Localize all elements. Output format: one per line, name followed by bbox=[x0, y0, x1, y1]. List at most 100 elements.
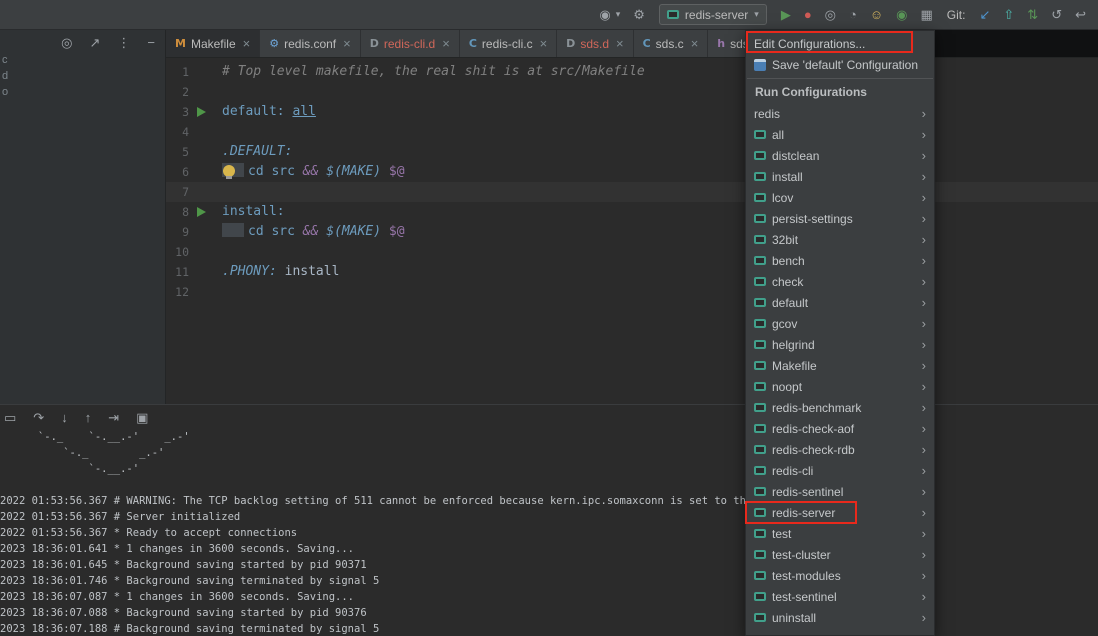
run-config-icon bbox=[754, 529, 766, 538]
prev-occurrence-icon[interactable]: ↑ bbox=[85, 411, 92, 424]
menu-item-helgrind[interactable]: helgrind› bbox=[746, 334, 934, 355]
close-icon[interactable]: × bbox=[616, 36, 624, 51]
run-config-icon bbox=[754, 487, 766, 496]
tab-makefile[interactable]: M Makefile × bbox=[166, 30, 260, 57]
submenu-arrow-icon: › bbox=[922, 295, 926, 310]
gutter bbox=[192, 107, 210, 117]
users-caret-icon[interactable]: ▾ bbox=[616, 10, 621, 19]
project-panel-header: ◎ ↗ ⋮ − bbox=[0, 30, 165, 49]
console-icon[interactable]: ▭ bbox=[4, 411, 16, 424]
run-config-icon bbox=[754, 235, 766, 244]
menu-item-default[interactable]: default› bbox=[746, 292, 934, 313]
menu-item-check[interactable]: check› bbox=[746, 271, 934, 292]
menu-item-test[interactable]: test› bbox=[746, 523, 934, 544]
tab-sds-d[interactable]: Dsds.d× bbox=[557, 30, 633, 57]
code-text: cd src && $(MAKE) $@ bbox=[222, 162, 405, 182]
close-icon[interactable]: × bbox=[343, 36, 351, 51]
menu-item-redis-server[interactable]: redis-server› bbox=[746, 502, 934, 523]
scroll-to-end-icon[interactable]: ⇥ bbox=[108, 411, 119, 424]
editor[interactable]: 1# Top level makefile, the real shit is … bbox=[166, 58, 1098, 404]
menu-item-32bit[interactable]: 32bit› bbox=[746, 229, 934, 250]
submenu-arrow-icon: › bbox=[922, 568, 926, 583]
tree-item-fragment: o bbox=[2, 86, 8, 98]
menu-item-install[interactable]: install› bbox=[746, 166, 934, 187]
history-icon[interactable]: ↺ bbox=[1051, 8, 1062, 21]
editor-area: MMakefile×⚙redis.conf×Dredis-cli.d×Credi… bbox=[165, 30, 1098, 404]
rollback-icon[interactable]: ↩ bbox=[1075, 8, 1086, 21]
soft-wrap-icon[interactable]: ↷ bbox=[33, 411, 44, 424]
menu-item-test-modules[interactable]: test-modules› bbox=[746, 565, 934, 586]
menu-item-redis-sentinel[interactable]: redis-sentinel› bbox=[746, 481, 934, 502]
makefile-file-icon: M bbox=[175, 37, 186, 50]
tab-redis-cli-d[interactable]: Dredis-cli.d× bbox=[361, 30, 460, 57]
menu-item-redis-benchmark[interactable]: redis-benchmark› bbox=[746, 397, 934, 418]
clear-output-icon[interactable]: ▣ bbox=[136, 411, 148, 424]
save-icon bbox=[754, 59, 766, 71]
hide-panel-icon[interactable]: − bbox=[147, 36, 155, 49]
line-number: 12 bbox=[166, 282, 192, 302]
menu-item-redis[interactable]: redis› bbox=[746, 103, 934, 124]
line-number: 10 bbox=[166, 242, 192, 262]
menu-item-distclean[interactable]: distclean› bbox=[746, 145, 934, 166]
menu-item-redis-check-rdb[interactable]: redis-check-rdb› bbox=[746, 439, 934, 460]
toolbar-collab-group: ◉ ▾ ⚙ bbox=[599, 8, 645, 21]
panel-options-icon[interactable]: ⋮ bbox=[117, 36, 130, 49]
menu-item-redis-check-aof[interactable]: redis-check-aof› bbox=[746, 418, 934, 439]
menu-item-redis-cli[interactable]: redis-cli› bbox=[746, 460, 934, 481]
menu-item-gcov[interactable]: gcov› bbox=[746, 313, 934, 334]
debug-button[interactable]: ● bbox=[804, 8, 812, 21]
commit-icon[interactable]: ⇅ bbox=[1027, 8, 1038, 21]
menu-item-test-sentinel[interactable]: test-sentinel› bbox=[746, 586, 934, 607]
menu-item-noopt[interactable]: noopt› bbox=[746, 376, 934, 397]
push-icon[interactable]: ⇧ bbox=[1003, 8, 1014, 21]
search-everywhere-icon[interactable]: ◉ bbox=[896, 8, 907, 21]
users-icon[interactable]: ◉ bbox=[599, 8, 610, 21]
code-text: cd src && $(MAKE) $@ bbox=[222, 222, 405, 242]
d-file-icon: D bbox=[370, 37, 379, 50]
submenu-arrow-icon: › bbox=[922, 400, 926, 415]
editor-line: 8install: bbox=[166, 202, 1098, 222]
tab-sds-c[interactable]: Csds.c× bbox=[634, 30, 709, 57]
submenu-arrow-icon: › bbox=[922, 526, 926, 541]
tab-redis-cli-c[interactable]: Credis-cli.c× bbox=[460, 30, 557, 57]
menu-item-lcov[interactable]: lcov› bbox=[746, 187, 934, 208]
editor-line: 10 bbox=[166, 242, 1098, 262]
tab-label: Makefile bbox=[191, 37, 236, 51]
run-config-icon bbox=[754, 508, 766, 517]
close-icon[interactable]: × bbox=[540, 36, 548, 51]
close-icon[interactable]: × bbox=[442, 36, 450, 51]
close-icon[interactable]: × bbox=[243, 36, 251, 51]
code-with-me-icon[interactable]: ☺ bbox=[870, 8, 883, 21]
expand-panel-icon[interactable]: ↗ bbox=[90, 36, 101, 49]
menu-item-uninstall[interactable]: uninstall› bbox=[746, 607, 934, 628]
intention-bulb-icon[interactable] bbox=[223, 165, 235, 177]
run-config-icon bbox=[754, 319, 766, 328]
menu-item-persist-settings[interactable]: persist-settings› bbox=[746, 208, 934, 229]
profiler-button[interactable]: ◔ bbox=[849, 8, 857, 21]
run-config-icon bbox=[754, 550, 766, 559]
code-text: install: bbox=[222, 202, 285, 222]
tree-item-fragment: c bbox=[2, 54, 8, 66]
locate-file-icon[interactable]: ◎ bbox=[61, 36, 72, 49]
next-occurrence-icon[interactable]: ↓ bbox=[61, 411, 68, 424]
menu-item-edit-configurations[interactable]: Edit Configurations... bbox=[746, 33, 934, 54]
menu-item-test-cluster[interactable]: test-cluster› bbox=[746, 544, 934, 565]
run-line-icon[interactable] bbox=[197, 107, 206, 117]
update-project-icon[interactable]: ↙ bbox=[979, 8, 990, 21]
menu-item-all[interactable]: all› bbox=[746, 124, 934, 145]
menu-item-bench[interactable]: bench› bbox=[746, 250, 934, 271]
run-config-selector[interactable]: redis-server ▾ bbox=[659, 4, 767, 25]
run-button[interactable]: ▶ bbox=[781, 8, 791, 21]
menu-item-save-default-configuration[interactable]: Save 'default' Configuration bbox=[746, 54, 934, 75]
close-icon[interactable]: × bbox=[691, 36, 699, 51]
menu-item-makefile[interactable]: Makefile› bbox=[746, 355, 934, 376]
submenu-arrow-icon: › bbox=[922, 127, 926, 142]
run-config-icon bbox=[754, 361, 766, 370]
build-icon[interactable]: ⚙ bbox=[633, 8, 645, 21]
tool-windows-icon[interactable]: ▦ bbox=[921, 8, 933, 21]
coverage-button[interactable]: ◎ bbox=[825, 8, 836, 21]
tab-redis-conf[interactable]: ⚙redis.conf× bbox=[260, 30, 361, 57]
run-line-icon[interactable] bbox=[197, 207, 206, 217]
run-config-icon bbox=[754, 340, 766, 349]
project-panel: ◎↗⋮− cdo bbox=[0, 30, 165, 404]
